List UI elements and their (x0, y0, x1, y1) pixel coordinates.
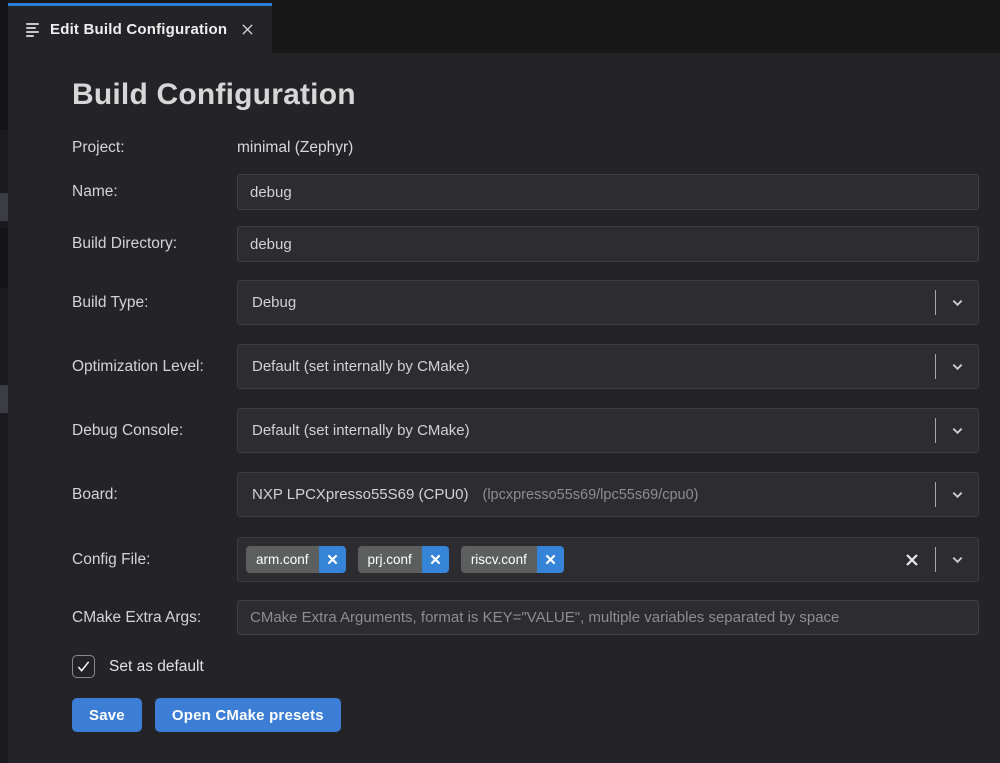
board-value: NXP LPCXpresso55S69 (CPU0) (252, 486, 469, 503)
sidebar-edge-segment (0, 228, 8, 288)
tag-label: prj.conf (358, 546, 422, 573)
optimization-level-label: Optimization Level: (72, 358, 237, 376)
config-file-tag: prj.conf (358, 546, 449, 573)
build-directory-label: Build Directory: (72, 235, 237, 253)
sidebar-edge-segment (0, 0, 8, 130)
save-button[interactable]: Save (72, 698, 142, 732)
build-type-label: Build Type: (72, 294, 237, 312)
build-configuration-form: Build Configuration Project: minimal (Ze… (8, 53, 1000, 763)
project-label: Project: (72, 139, 237, 157)
tab-title: Edit Build Configuration (50, 21, 227, 38)
sidebar-edge-segment (0, 193, 8, 221)
app-window: Edit Build Configuration Build Configura… (0, 0, 1000, 763)
build-type-select[interactable]: Debug (237, 280, 979, 325)
settings-list-icon (26, 23, 39, 37)
cmake-extra-args-row: CMake Extra Args: (72, 600, 979, 635)
debug-console-value: Default (set internally by CMake) (252, 422, 470, 439)
build-directory-input[interactable] (237, 226, 979, 262)
config-file-tag: riscv.conf (461, 546, 564, 573)
remove-tag-icon[interactable] (422, 546, 449, 573)
debug-console-label: Debug Console: (72, 422, 237, 440)
build-directory-row: Build Directory: (72, 226, 979, 262)
cmake-extra-args-input[interactable] (237, 600, 979, 635)
chevron-down-icon[interactable] (936, 538, 978, 581)
chevron-down-icon[interactable] (936, 473, 978, 516)
open-cmake-presets-button[interactable]: Open CMake presets (155, 698, 341, 732)
tag-label: arm.conf (246, 546, 319, 573)
optimization-level-row: Optimization Level: Default (set interna… (72, 344, 979, 389)
set-as-default-label: Set as default (109, 658, 204, 676)
board-label: Board: (72, 486, 237, 504)
config-file-label: Config File: (72, 551, 237, 569)
chevron-down-icon[interactable] (936, 345, 978, 388)
optimization-level-select[interactable]: Default (set internally by CMake) (237, 344, 979, 389)
board-detail: (lpcxpresso55s69/lpc55s69/cpu0) (483, 487, 699, 503)
config-file-row: Config File: arm.conf prj.conf (72, 537, 979, 582)
debug-console-row: Debug Console: Default (set internally b… (72, 408, 979, 453)
debug-console-select[interactable]: Default (set internally by CMake) (237, 408, 979, 453)
name-input[interactable] (237, 174, 979, 210)
sidebar-edge (0, 0, 8, 763)
board-row: Board: NXP LPCXpresso55S69 (CPU0) (lpcxp… (72, 472, 979, 517)
name-row: Name: (72, 174, 979, 210)
set-as-default-checkbox[interactable] (72, 655, 95, 678)
project-row: Project: minimal (Zephyr) (72, 138, 979, 158)
config-file-tags: arm.conf prj.conf riscv.co (246, 546, 564, 573)
chevron-down-icon[interactable] (936, 409, 978, 452)
cmake-extra-args-label: CMake Extra Args: (72, 609, 237, 627)
optimization-level-value: Default (set internally by CMake) (252, 358, 470, 375)
name-label: Name: (72, 183, 237, 201)
page-title: Build Configuration (72, 78, 979, 112)
remove-tag-icon[interactable] (319, 546, 346, 573)
editor-tab-bar: Edit Build Configuration (8, 0, 1000, 53)
close-icon[interactable] (236, 19, 258, 41)
build-type-row: Build Type: Debug (72, 280, 979, 325)
chevron-down-icon[interactable] (936, 281, 978, 324)
board-select[interactable]: NXP LPCXpresso55S69 (CPU0) (lpcxpresso55… (237, 472, 979, 517)
config-file-tag: arm.conf (246, 546, 346, 573)
tag-label: riscv.conf (461, 546, 537, 573)
action-buttons: Save Open CMake presets (72, 698, 979, 732)
remove-tag-icon[interactable] (537, 546, 564, 573)
project-value: minimal (Zephyr) (237, 139, 353, 157)
tab-edit-build-configuration[interactable]: Edit Build Configuration (8, 3, 272, 53)
clear-all-icon[interactable] (889, 538, 935, 581)
config-file-multiselect[interactable]: arm.conf prj.conf riscv.co (237, 537, 979, 582)
sidebar-edge-segment (0, 385, 8, 413)
set-as-default-row: Set as default (72, 655, 979, 678)
build-type-value: Debug (252, 294, 296, 311)
